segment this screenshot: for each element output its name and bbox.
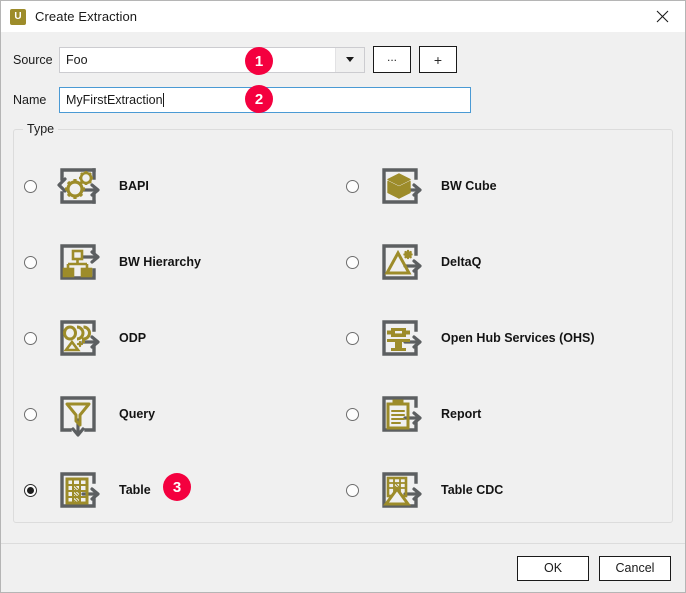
- type-option-label: Table: [119, 483, 151, 497]
- open-hub-icon: [375, 311, 429, 365]
- type-option-table-cdc[interactable]: Table CDC: [346, 452, 668, 528]
- dialog-body: Source Foo ... + Name MyFirstExtraction …: [1, 32, 685, 543]
- radio-table-cdc[interactable]: [346, 483, 359, 497]
- type-option-label: Query: [119, 407, 156, 421]
- type-option-report[interactable]: Report: [346, 376, 668, 452]
- radio-query[interactable]: [24, 407, 37, 421]
- deltaq-triangle-icon: [375, 235, 429, 289]
- type-option-bw-cube[interactable]: BW Cube: [346, 148, 668, 224]
- name-label: Name: [13, 93, 47, 107]
- bapi-gears-icon: [53, 159, 107, 213]
- type-options-grid: BAPI BW Cube BW Hierarchy DeltaQ ODP Ope…: [14, 148, 672, 522]
- type-groupbox-legend: Type: [23, 122, 59, 136]
- window-title: Create Extraction: [35, 9, 138, 24]
- report-clipboard-icon: [375, 387, 429, 441]
- dialog-footer: OK Cancel: [1, 543, 685, 592]
- type-option-label: BW Cube: [441, 179, 497, 193]
- type-option-open-hub[interactable]: Open Hub Services (OHS): [346, 300, 668, 376]
- source-label: Source: [13, 52, 53, 67]
- type-option-label: BW Hierarchy: [119, 255, 201, 269]
- browse-button[interactable]: ...: [373, 46, 411, 73]
- type-option-label: Open Hub Services (OHS): [441, 331, 595, 345]
- radio-bw-cube[interactable]: [346, 179, 359, 193]
- radio-open-hub[interactable]: [346, 331, 359, 345]
- type-option-label: Table CDC: [441, 483, 504, 497]
- radio-bapi[interactable]: [24, 179, 37, 193]
- query-funnel-icon: [53, 387, 107, 441]
- radio-report[interactable]: [346, 407, 359, 421]
- type-option-bw-hierarchy[interactable]: BW Hierarchy: [24, 224, 346, 300]
- bw-cube-icon: [375, 159, 429, 213]
- source-combobox[interactable]: Foo: [59, 46, 365, 73]
- bw-hierarchy-icon: [53, 235, 107, 289]
- type-option-label: BAPI: [119, 179, 149, 193]
- radio-table[interactable]: [24, 483, 37, 497]
- odp-icon: [53, 311, 107, 365]
- source-value[interactable]: Foo: [60, 48, 335, 72]
- type-option-bapi[interactable]: BAPI: [24, 148, 346, 224]
- create-extraction-dialog: U Create Extraction Source Foo ... + Nam…: [0, 0, 686, 593]
- u-logo-icon: U: [10, 8, 26, 25]
- close-icon[interactable]: [640, 1, 685, 32]
- table-cdc-icon: [375, 463, 429, 517]
- title-bar: U Create Extraction: [1, 1, 685, 32]
- radio-odp[interactable]: [24, 331, 37, 345]
- text-cursor: [162, 93, 164, 107]
- source-row: Source Foo ... +: [13, 46, 673, 73]
- radio-bw-hierarchy[interactable]: [24, 255, 37, 269]
- chevron-down-icon[interactable]: [335, 47, 364, 72]
- type-option-label: DeltaQ: [441, 255, 482, 269]
- annotation-badge-3: 3: [163, 473, 191, 501]
- name-row: Name MyFirstExtraction: [13, 87, 673, 113]
- table-grid-icon: [53, 463, 107, 517]
- cancel-button[interactable]: Cancel: [599, 555, 671, 581]
- annotation-badge-2: 2: [245, 85, 273, 113]
- annotation-badge-1: 1: [245, 47, 273, 75]
- type-option-odp[interactable]: ODP: [24, 300, 346, 376]
- type-option-deltaq[interactable]: DeltaQ: [346, 224, 668, 300]
- type-option-query[interactable]: Query: [24, 376, 346, 452]
- type-option-label: ODP: [119, 331, 147, 345]
- type-option-label: Report: [441, 407, 482, 421]
- add-source-button[interactable]: +: [419, 46, 457, 73]
- name-value[interactable]: MyFirstExtraction: [66, 93, 163, 107]
- radio-deltaq[interactable]: [346, 255, 359, 269]
- ok-button[interactable]: OK: [517, 555, 589, 581]
- type-groupbox: Type BAPI BW Cube BW Hierarchy DeltaQ OD…: [13, 122, 673, 523]
